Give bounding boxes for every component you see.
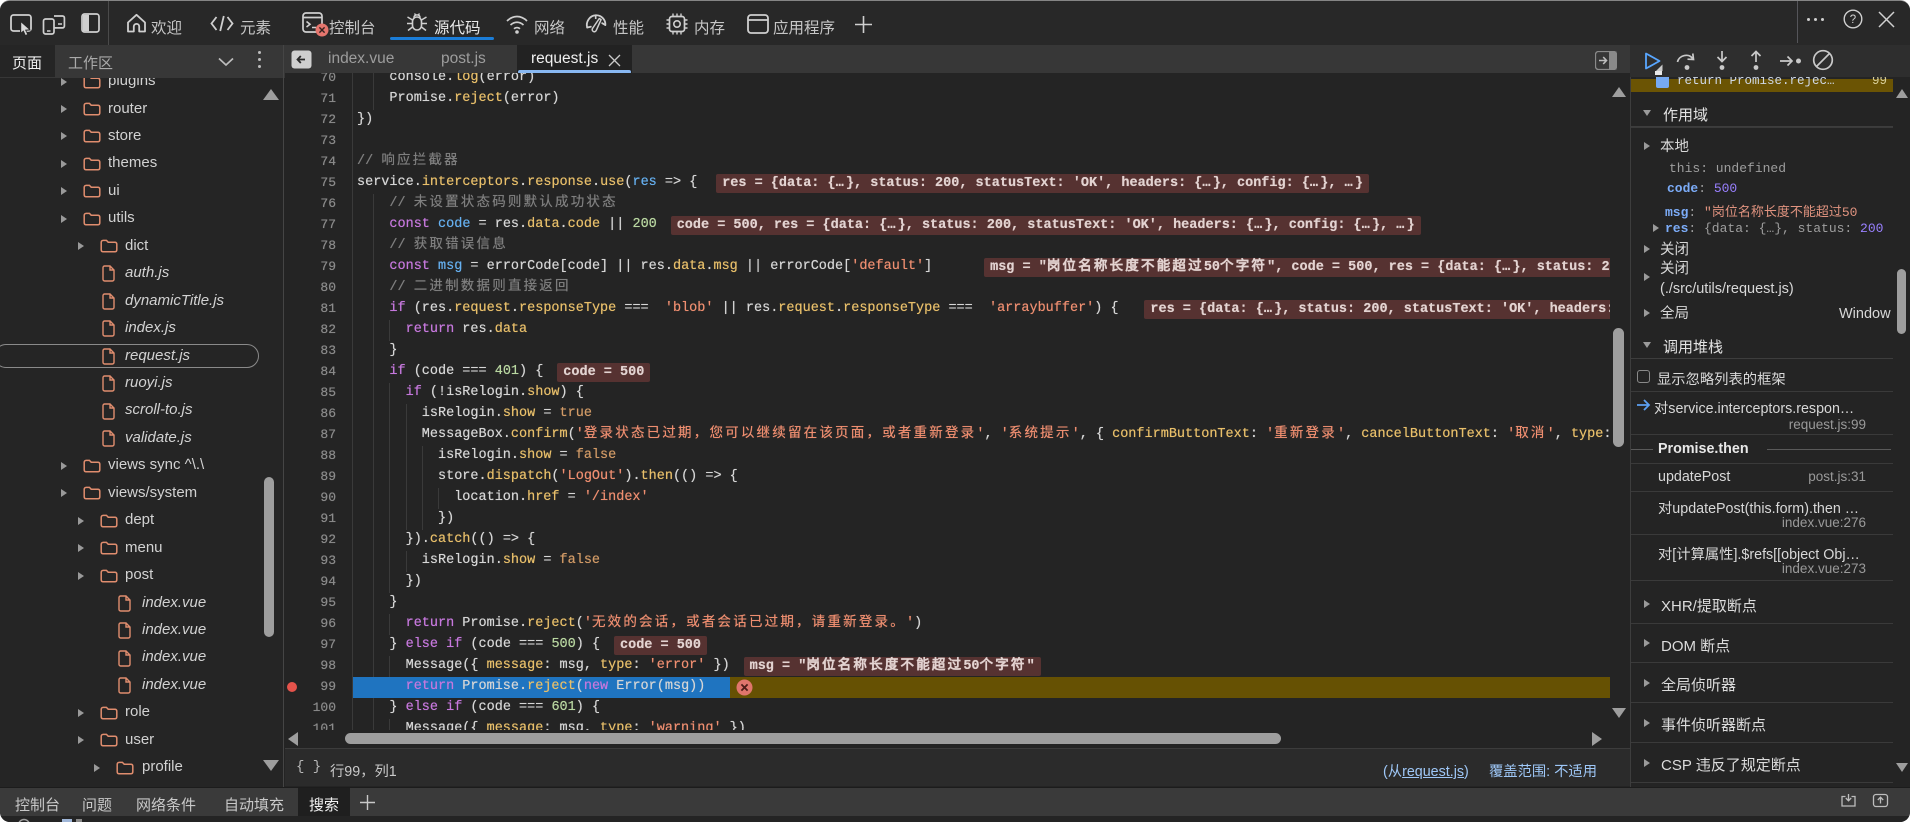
svg-text:?: ? xyxy=(1850,14,1856,26)
